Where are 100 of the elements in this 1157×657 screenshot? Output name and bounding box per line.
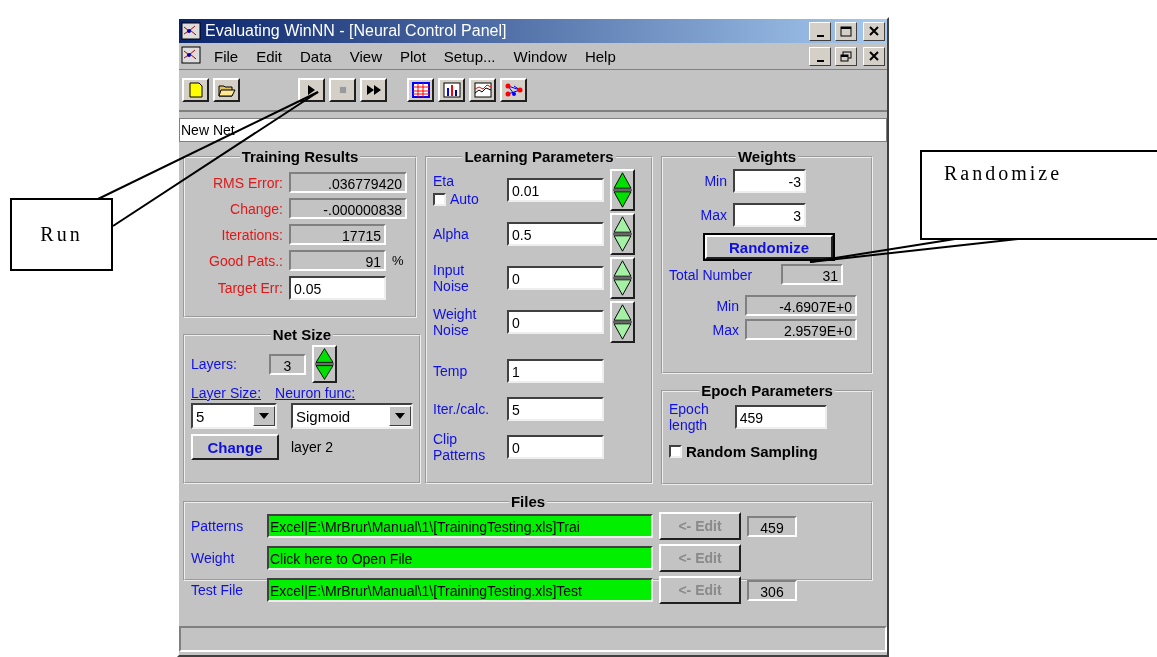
field-label: Patterns [191,518,245,534]
open-folder-icon [217,82,236,98]
input-field[interactable]: 0 [507,435,604,459]
readonly-field: 3 [269,353,306,375]
new-file-icon [186,82,205,98]
input-field[interactable]: -3 [733,169,806,193]
readonly-field: 91 [289,250,386,271]
new-file-button[interactable] [182,78,209,102]
maximize-button[interactable] [835,21,857,41]
bar-chart-icon [442,82,461,98]
play-button[interactable] [298,78,325,102]
stop-button[interactable] [329,78,356,102]
close-icon [869,26,879,36]
close-button[interactable] [863,46,885,66]
table-button[interactable] [407,78,434,102]
input-field[interactable]: 0 [507,266,604,290]
network-button[interactable] [500,78,527,102]
field-label: Max [699,207,727,223]
document-icon[interactable] [181,46,203,66]
dropdown[interactable]: 5 [191,403,277,429]
net-name-field[interactable]: New Net [179,118,887,142]
field-label: Iterations: [220,226,283,243]
dropdown[interactable]: Sigmoid [291,403,413,429]
panel-title: Epoch Parameters [700,382,834,399]
network-icon [504,82,523,98]
change-button[interactable]: Change [191,434,279,460]
file-path-field[interactable]: Click here to Open File [267,546,653,570]
field-label: Eta [433,173,455,189]
menu-item[interactable]: View [342,47,389,65]
stop-icon [338,86,347,94]
field-label: Epoch length [669,401,709,433]
field-label: Layers: [191,356,238,372]
field-label: Test File [191,582,245,598]
bar-chart-button[interactable] [438,78,465,102]
minimize-icon [816,59,824,62]
menu-item[interactable]: File [207,47,246,65]
close-button[interactable] [863,21,885,41]
readonly-field: -4.6907E+0 [745,295,857,316]
window-title: Evaluating WinNN - [Neural Control Panel] [205,22,508,40]
count-field: 306 [747,579,797,601]
field-label: Temp [433,363,469,379]
field-label: Input Noise [433,262,470,294]
unit-label: % [392,253,404,268]
caret-icon [395,413,405,419]
open-folder-button[interactable] [213,78,240,102]
restore-button[interactable] [835,46,857,66]
file-path-field[interactable]: Excel|E:\MrBrur\Manual\1\[TrainingTesting.xls]Trai [267,514,653,538]
checkbox[interactable] [669,445,682,458]
field-label: Min [703,173,727,189]
readonly-field: -.000000838 [289,198,407,219]
panel-title: Weights [736,148,798,165]
menu-item[interactable]: Help [577,47,623,65]
field-label: Weight [191,550,236,566]
menu-item[interactable]: Data [293,47,339,65]
callout-box: Randomize [920,150,1157,240]
link[interactable]: Neuron func: [275,385,356,401]
menu-item[interactable]: Setup... [436,47,503,65]
field-label: Min [715,297,739,314]
count-field: 459 [747,515,797,537]
field-label: Target Err: [216,280,283,296]
field-label: Iter./calc. [433,401,491,417]
checkbox-label: Auto [450,191,479,207]
input-field[interactable]: 459 [734,405,827,429]
minimize-button[interactable] [809,21,831,41]
file-path-field[interactable]: Excel|E:\MrBrur\Manual\1\[TrainingTesting.xls]Test [267,578,653,602]
menu-item[interactable]: Window [506,47,574,65]
menu-item[interactable]: Plot [392,47,433,65]
field-label: Clip Patterns [433,431,487,463]
maximize-icon [840,25,852,37]
close-icon [869,51,879,61]
input-field[interactable]: 0.5 [507,222,604,246]
randomize-button[interactable]: Randomize [705,235,833,259]
input-field[interactable]: 0.01 [507,178,604,202]
input-field[interactable]: 1 [507,359,604,383]
play-icon [308,85,315,95]
fast-forward-button[interactable] [360,78,387,102]
panel-title: Files [509,493,547,510]
input-field[interactable]: 3 [733,203,806,227]
input-field[interactable]: 0 [507,310,604,334]
caret-icon [259,413,269,419]
minimize-button[interactable] [809,46,831,66]
link[interactable]: Layer Size: [191,385,262,401]
line-chart-button[interactable] [469,78,496,102]
checkbox-label: Random Sampling [686,443,818,460]
field-label: RMS Error: [212,174,283,191]
callout-box: Run [10,198,113,271]
spinner-button[interactable] [312,345,337,383]
input-field[interactable]: 0.05 [289,276,386,300]
menu-item[interactable]: Edit [249,47,290,65]
fast-forward-icon [366,85,381,95]
spinner-button[interactable] [610,169,635,211]
field-label: Change: [229,200,283,217]
field-label: Max [711,321,739,338]
table-icon [411,82,430,98]
checkbox[interactable] [433,192,446,206]
layer-label: layer 2 [291,439,334,455]
panel-title: Learning Parameters [463,148,615,165]
readonly-field: 2.9579E+0 [745,319,857,340]
input-field[interactable]: 5 [507,397,604,421]
restore-icon [840,50,852,62]
